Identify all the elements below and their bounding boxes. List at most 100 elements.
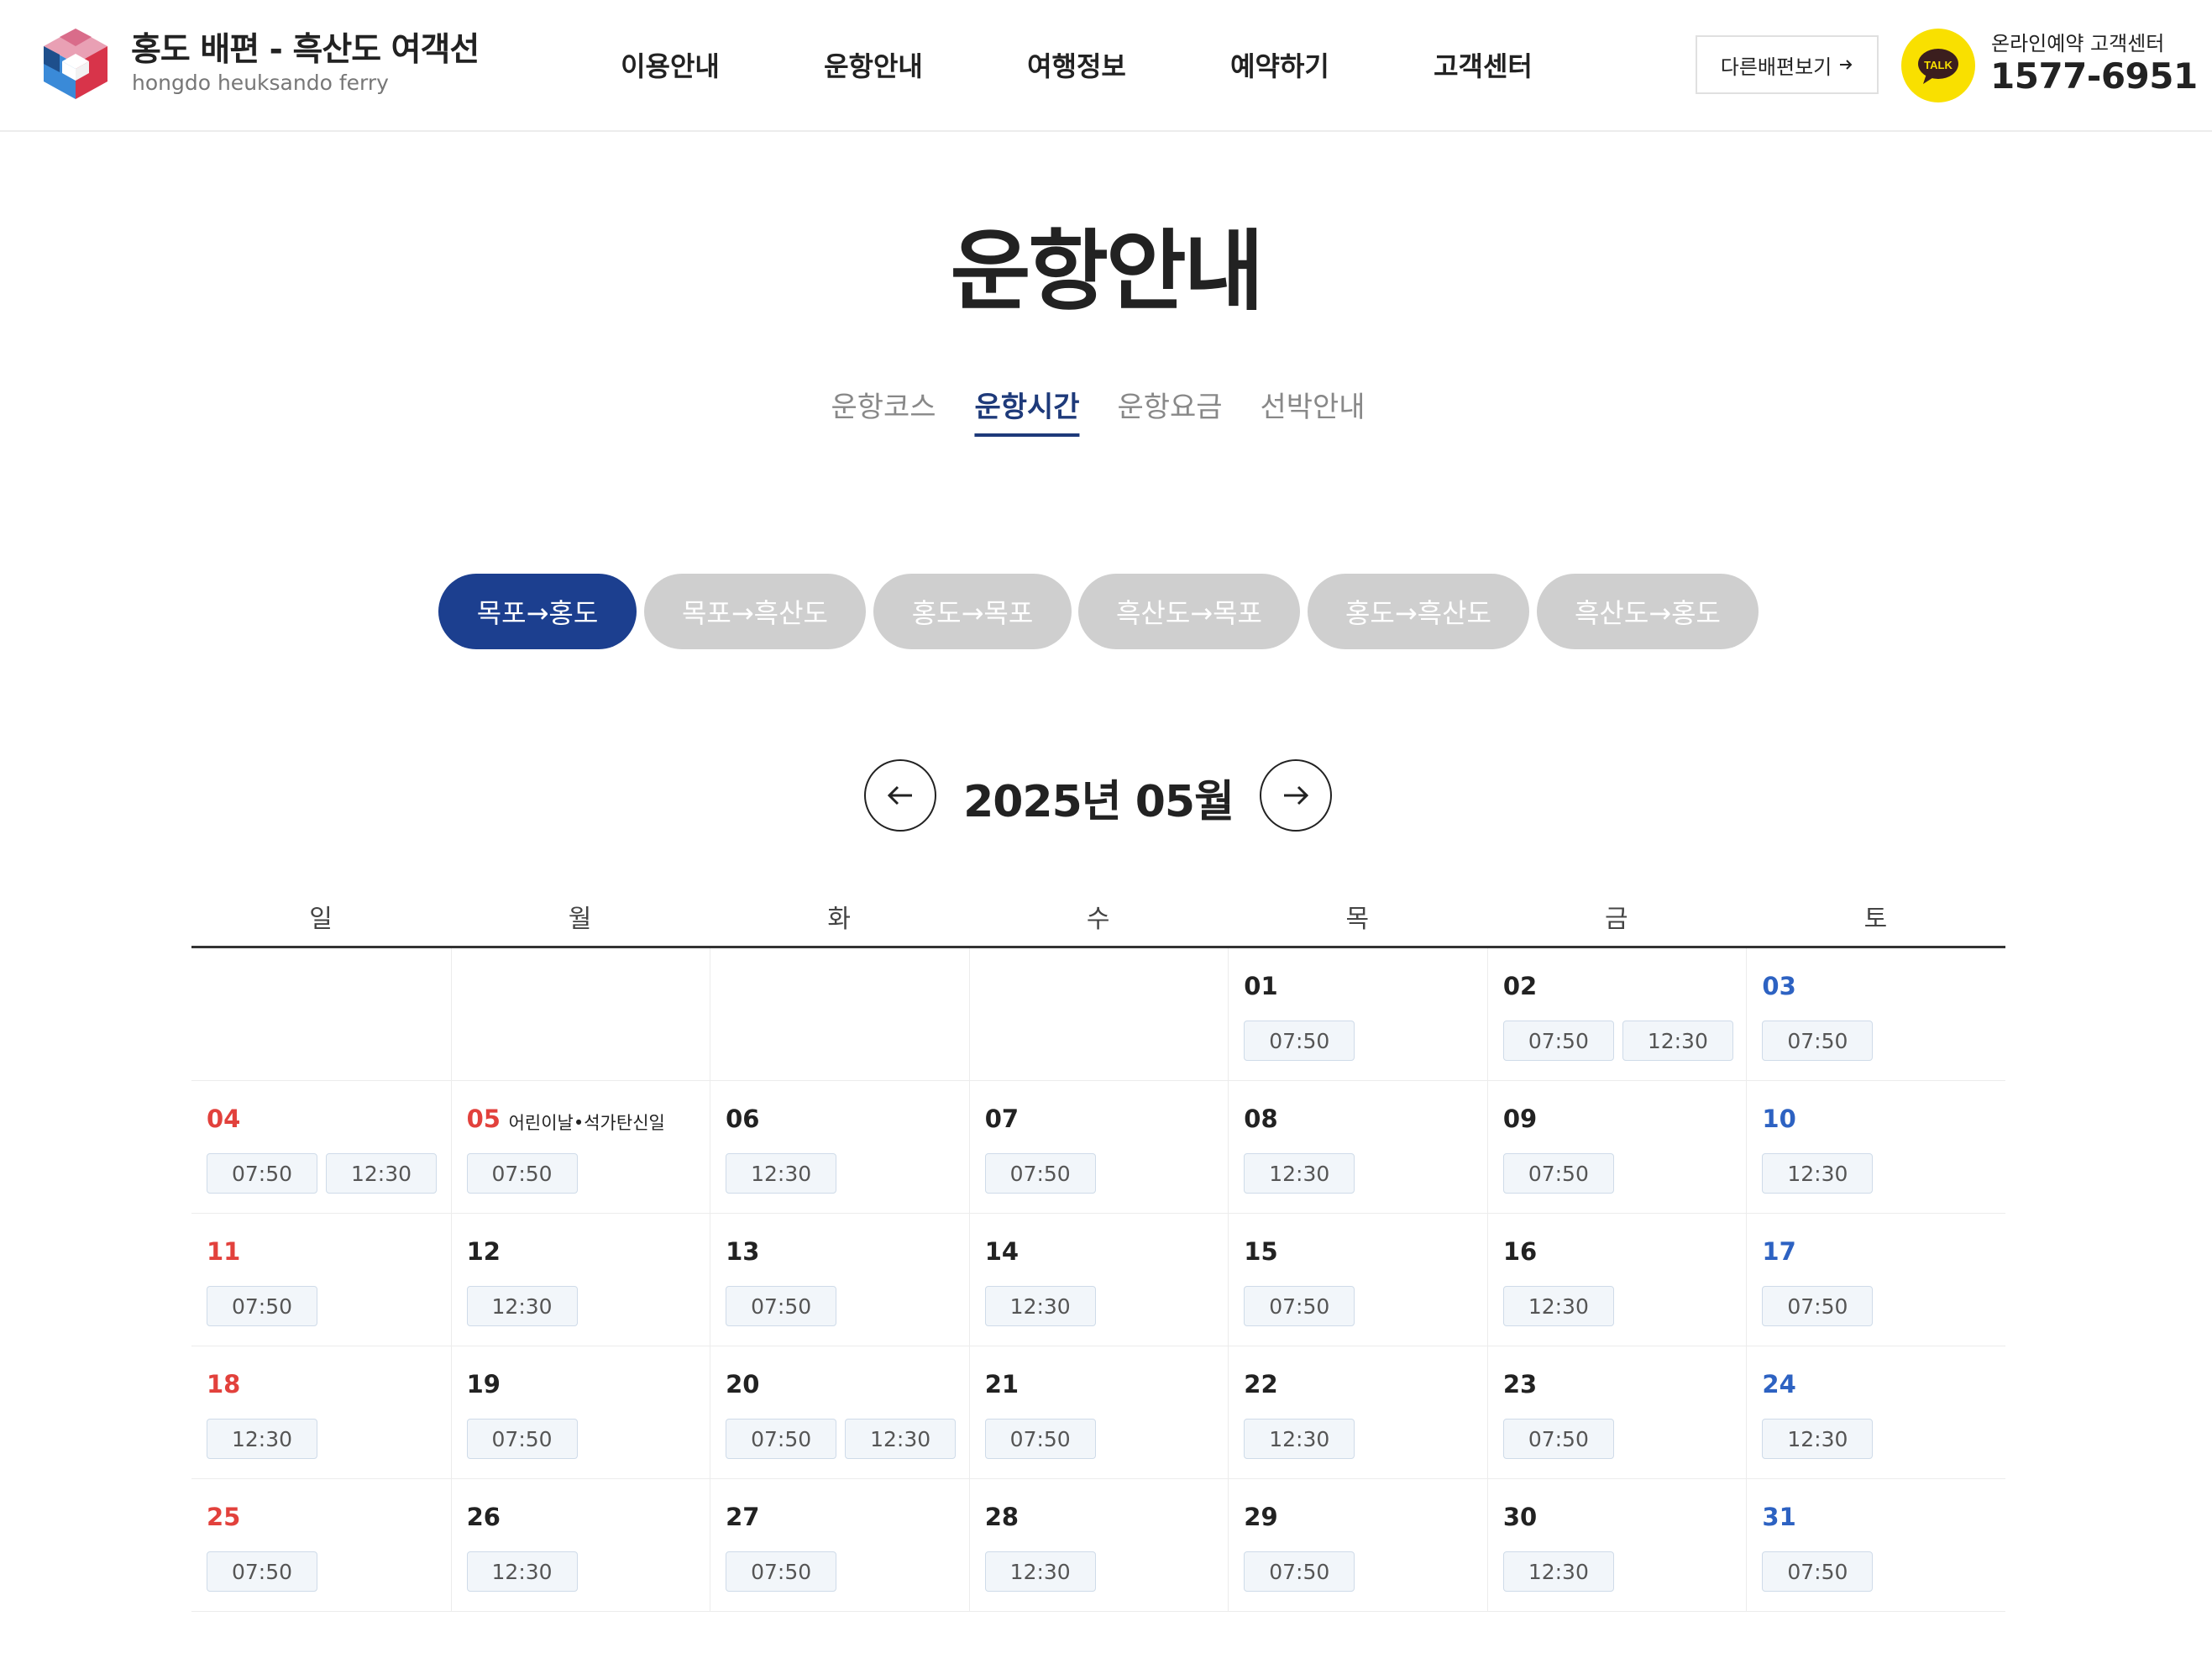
route-heuksando-hongdo[interactable]: 흑산도→홍도 [1537, 574, 1759, 649]
departure-time-chip[interactable]: 12:30 [1502, 1551, 1614, 1592]
departure-time-chip[interactable]: 12:30 [466, 1551, 578, 1592]
calendar-day-cell: 21 07:50 [968, 1346, 1228, 1479]
other-ferry-button[interactable]: 다른배편보기 [1696, 35, 1879, 94]
day-number: 17 [1762, 1237, 1796, 1266]
departure-time-chip[interactable]: 07:50 [207, 1286, 317, 1326]
calendar-week-row: 25 07:50 26 12:30 27 07:50 28 12:30 29 07:50 30 12:… [191, 1479, 2005, 1612]
day-number: 27 [726, 1503, 760, 1531]
brand-title[interactable]: 홍도 배편 - 흑산도 여객선 [131, 24, 480, 71]
departure-times: 07:50 [984, 1419, 1096, 1459]
next-month-button[interactable] [1260, 759, 1332, 832]
departure-time-chip[interactable]: 12:30 [845, 1419, 957, 1459]
day-number: 14 [984, 1237, 1020, 1266]
nav-item-customer-center[interactable]: 고객센터 [1434, 45, 1533, 84]
brand-subtitle: hongdo heuksando ferry [132, 71, 389, 95]
departure-time-chip[interactable]: 12:30 [984, 1286, 1096, 1326]
departure-time-chip[interactable]: 07:50 [984, 1153, 1096, 1194]
weekday-label: 화 [827, 905, 851, 934]
departure-time-chip[interactable]: 12:30 [1244, 1419, 1355, 1459]
departure-time-chip[interactable]: 12:30 [1762, 1419, 1874, 1459]
departure-times: 12:30 [984, 1551, 1096, 1592]
calendar-week-row: 11 07:50 12 12:30 13 07:50 14 12:30 15 07:50 16 12:… [191, 1214, 2005, 1346]
departure-times: 07:50 12:30 [726, 1419, 957, 1459]
departure-time-chip[interactable]: 12:30 [1502, 1286, 1614, 1326]
calendar-day-cell: 04 07:50 12:30 [191, 1081, 450, 1214]
route-heuksando-mokpo[interactable]: 흑산도→목포 [1078, 574, 1300, 649]
prev-month-button[interactable] [864, 759, 936, 832]
calendar-week-row: 18 12:30 19 07:50 20 07:50 12:30 21 07:50 22 12:30… [191, 1346, 2005, 1479]
departure-time-chip[interactable]: 07:50 [1502, 1153, 1614, 1194]
departure-times: 07:50 [466, 1153, 578, 1194]
departure-times: 12:30 [1762, 1419, 1874, 1459]
day-number: 31 [1762, 1503, 1796, 1531]
calendar-day-cell: 20 07:50 12:30 [710, 1346, 968, 1479]
calendar-day-cell: 26 12:30 [450, 1479, 710, 1612]
departure-time-chip[interactable]: 07:50 [1762, 1021, 1874, 1061]
calendar-empty-cell [450, 948, 710, 1081]
departure-time-chip[interactable]: 07:50 [207, 1153, 317, 1194]
departure-time-chip[interactable]: 07:50 [726, 1419, 837, 1459]
nav-item-usage-guide[interactable]: 이용안내 [621, 45, 720, 84]
departure-time-chip[interactable]: 12:30 [726, 1153, 837, 1194]
route-mokpo-heuksando[interactable]: 목포→흑산도 [644, 574, 866, 649]
departure-times: 07:50 12:30 [1502, 1021, 1733, 1061]
hexagon-cube-logo[interactable] [39, 29, 113, 99]
page-title: 운항안내 [950, 220, 1265, 323]
departure-time-chip[interactable]: 07:50 [466, 1419, 578, 1459]
day-number: 01 [1244, 972, 1278, 1000]
departure-time-chip[interactable]: 07:50 [1762, 1286, 1874, 1326]
departure-times: 07:50 [207, 1551, 317, 1592]
departure-time-chip[interactable]: 07:50 [1502, 1021, 1614, 1061]
arrow-right-icon [1840, 60, 1853, 70]
kakao-talk-icon[interactable]: TALK [1901, 29, 1975, 102]
day-number: 22 [1244, 1370, 1278, 1398]
departure-times: 07:50 12:30 [207, 1153, 437, 1194]
departure-times: 07:50 [1502, 1153, 1614, 1194]
calendar-day-cell: 29 07:50 [1228, 1479, 1486, 1612]
departure-time-chip[interactable]: 12:30 [1622, 1021, 1733, 1061]
departure-time-chip[interactable]: 12:30 [984, 1551, 1096, 1592]
departure-time-chip[interactable]: 07:50 [207, 1551, 317, 1592]
tab-operation-time[interactable]: 운항시간 [974, 384, 1080, 437]
calendar-day-cell: 07 07:50 [968, 1081, 1228, 1214]
departure-time-chip[interactable]: 12:30 [326, 1153, 437, 1194]
departure-time-chip[interactable]: 07:50 [1244, 1021, 1355, 1061]
departure-time-chip[interactable]: 07:50 [984, 1419, 1096, 1459]
departure-time-chip[interactable]: 07:50 [1244, 1286, 1355, 1326]
day-number: 20 [726, 1370, 760, 1398]
departure-times: 12:30 [1762, 1153, 1874, 1194]
departure-times: 07:50 [1244, 1021, 1355, 1061]
tab-operation-fare[interactable]: 운항요금 [1117, 384, 1222, 433]
departure-time-chip[interactable]: 07:50 [726, 1551, 837, 1592]
route-hongdo-heuksando[interactable]: 홍도→흑산도 [1308, 574, 1529, 649]
nav-item-operation-guide[interactable]: 운항안내 [824, 45, 923, 84]
departure-times: 07:50 [466, 1419, 578, 1459]
tab-ship-info[interactable]: 선박안내 [1260, 384, 1365, 433]
departure-time-chip[interactable]: 12:30 [207, 1419, 317, 1459]
departure-time-chip[interactable]: 07:50 [466, 1153, 578, 1194]
day-number: 24 [1762, 1370, 1796, 1398]
nav-item-travel-info[interactable]: 여행정보 [1027, 45, 1126, 84]
departure-times: 07:50 [984, 1153, 1096, 1194]
calendar-day-cell: 05 어린이날•석가탄신일 07:50 [450, 1081, 710, 1214]
holiday-label: 어린이날•석가탄신일 [508, 1113, 665, 1133]
cs-phone-number[interactable]: 1577-6951 [1990, 55, 2198, 97]
departure-time-chip[interactable]: 12:30 [1762, 1153, 1874, 1194]
nav-item-reservation[interactable]: 예약하기 [1230, 45, 1329, 84]
departure-times: 12:30 [466, 1551, 578, 1592]
calendar-day-cell: 14 12:30 [968, 1214, 1228, 1346]
departure-time-chip[interactable]: 07:50 [1502, 1419, 1614, 1459]
departure-time-chip[interactable]: 07:50 [726, 1286, 837, 1326]
day-number: 13 [726, 1237, 760, 1266]
calendar-body: 01 07:50 02 07:50 12:30 03 07:50 04 07:50 12:30 05… [191, 948, 2005, 1612]
departure-time-chip[interactable]: 07:50 [1244, 1551, 1355, 1592]
day-number: 16 [1502, 1237, 1538, 1266]
departure-time-chip[interactable]: 07:50 [1762, 1551, 1874, 1592]
departure-time-chip[interactable]: 12:30 [1244, 1153, 1355, 1194]
departure-times: 07:50 [726, 1286, 837, 1326]
other-ferry-label: 다른배편보기 [1720, 55, 1832, 79]
tab-operation-course[interactable]: 운항코스 [831, 384, 936, 433]
route-hongdo-mokpo[interactable]: 홍도→목포 [873, 574, 1072, 649]
route-mokpo-hongdo[interactable]: 목포→홍도 [438, 574, 637, 649]
departure-time-chip[interactable]: 12:30 [466, 1286, 578, 1326]
